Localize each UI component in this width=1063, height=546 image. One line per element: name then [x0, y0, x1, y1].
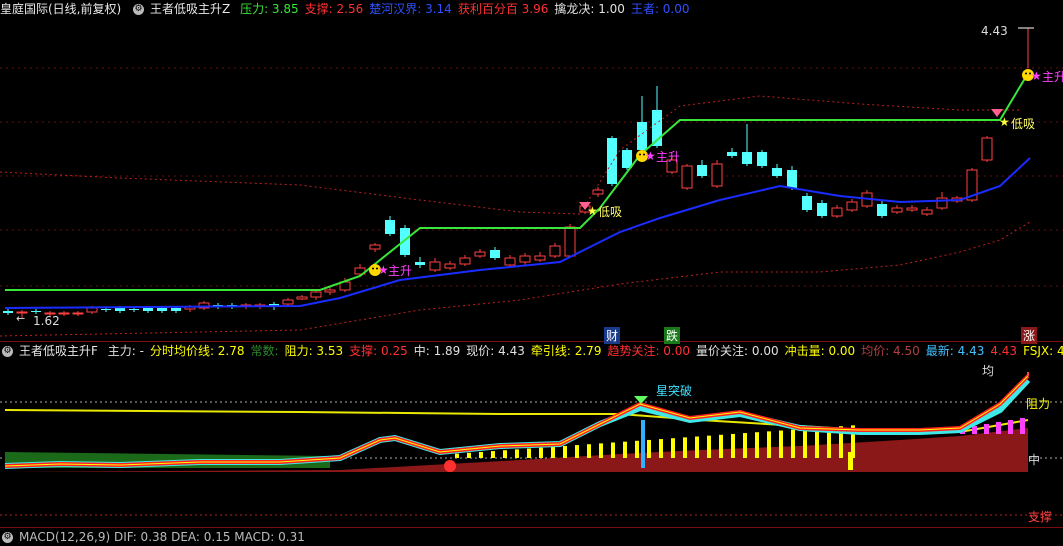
header1-item-3: 获利百分百 3.96 [457, 2, 549, 16]
main-chart-header: 皇庭国际(日线,前复权) ⚙ 王者低吸主升Z 压力: 3.85 支撑: 2.56 楚河… [0, 0, 702, 18]
volume-bar [563, 445, 567, 458]
header1-item-2: 楚河汉界: 3.14 [369, 2, 452, 16]
header2-item-0: 主力: - [107, 344, 144, 358]
header2-item-5: 中: 1.89 [413, 344, 461, 358]
label-zuli: 阻力 [1026, 397, 1051, 411]
magenta-bar [984, 424, 989, 434]
header2-item-12: 最新: 4.43 [925, 344, 985, 358]
header2-item-4: 支撑: 0.25 [349, 344, 408, 358]
label-zhong: 中 [1028, 453, 1041, 467]
magenta-bar [1020, 418, 1025, 434]
indicator-settings-icon[interactable]: ⚙ [2, 346, 13, 357]
volume-bar [635, 440, 639, 458]
volume-bar [503, 450, 507, 458]
breakout-diamond-icon [634, 396, 648, 404]
volume-bar [515, 449, 519, 458]
label-dixi-2: 低吸 [1011, 117, 1036, 131]
label-jun: 均 [982, 364, 995, 378]
volume-bar [707, 435, 711, 458]
volume-bar [455, 453, 459, 458]
sub-indicator-name[interactable]: 王者低吸主升F [19, 344, 98, 358]
header2-item-6: 现价: 4.43 [466, 344, 525, 358]
header1-item-4: 擒龙决: 1.00 [554, 2, 625, 16]
indicator-settings-icon[interactable]: ⚙ [2, 532, 13, 543]
label-dixi-1: 低吸 [598, 205, 623, 219]
header2-item-8: 趋势关注: 0.00 [607, 344, 691, 358]
volume-bar [611, 442, 615, 458]
volume-bar [683, 437, 687, 458]
red-ball-icon [444, 460, 456, 472]
volume-bar [599, 443, 603, 458]
header1-item-0: 压力: 3.85 [240, 2, 299, 16]
volume-bar [659, 439, 663, 458]
volume-bar [815, 427, 819, 458]
volume-bar [479, 451, 483, 458]
volume-bar [647, 439, 651, 458]
header1-item-1: 支撑: 2.56 [304, 2, 364, 16]
label-breakout: 星突破 [656, 384, 693, 398]
volume-bar [671, 438, 675, 458]
volume-bar [767, 431, 771, 458]
sub-chart-header: ⚙ 王者低吸主升F 主力: - 分时均价线: 2.78 常数: 阻力: 3.53 支撑: … [0, 342, 1063, 360]
macd-text[interactable]: MACD(12,26,9) DIF: 0.38 DEA: 0.15 MACD: … [19, 530, 305, 544]
volume-bar [575, 445, 579, 458]
header2-item-3: 阻力: 3.53 [284, 344, 344, 358]
symbol-title[interactable]: 皇庭国际(日线,前复权) [0, 2, 121, 16]
volume-bar [467, 452, 471, 458]
header2-item-1: 分时均价线: 2.78 [149, 344, 245, 358]
volume-bar [695, 436, 699, 458]
magenta-bar [972, 426, 977, 434]
volume-bar [803, 428, 807, 458]
volume-bar [731, 433, 735, 458]
high-price-label: 4.43 [981, 24, 1008, 38]
volume-bar [623, 441, 627, 458]
label-zhicheng: 支撑 [1028, 510, 1053, 524]
volume-bar [551, 446, 555, 458]
header2-item-2: 常数: [250, 344, 279, 358]
header2-item-9: 量价关注: 0.00 [696, 344, 779, 358]
volume-bar [743, 433, 747, 458]
sub-indicator-chart[interactable] [0, 0, 1063, 536]
volume-bar [587, 444, 591, 458]
indicator-name[interactable]: 王者低吸主升Z [150, 2, 230, 16]
volume-bar [791, 429, 795, 458]
volume-bar [719, 434, 723, 458]
header1-item-5: 王者: 0.00 [630, 2, 690, 16]
volume-bar [491, 451, 495, 458]
volume-bar [539, 447, 543, 458]
volume-bar [527, 448, 531, 458]
header2-item-10: 冲击量: 0.00 [784, 344, 856, 358]
breakout-bar [641, 420, 645, 468]
label-zhusheng-2: 主升 [656, 150, 681, 164]
header2-item-13: 4.43 [990, 344, 1018, 358]
macd-header: ⚙ MACD(12,26,9) DIF: 0.38 DEA: 0.15 MACD:… [0, 528, 311, 546]
volume-bar [755, 432, 759, 458]
header2-item-14: FSJX: 4.43 [1023, 344, 1063, 358]
label-zhusheng-1: 主升 [388, 264, 413, 278]
label-zhusheng-3: 主升 [1042, 70, 1063, 84]
volume-bar [848, 452, 853, 470]
low-price-label: 1.62 [33, 314, 60, 328]
magenta-bar [1008, 420, 1013, 434]
indicator-settings-icon[interactable]: ⚙ [133, 4, 145, 15]
header2-item-11: 均价: 4.50 [861, 344, 920, 358]
header2-item-7: 牵引线: 2.79 [530, 344, 602, 358]
magenta-bar [996, 422, 1001, 434]
volume-bar [779, 430, 783, 458]
